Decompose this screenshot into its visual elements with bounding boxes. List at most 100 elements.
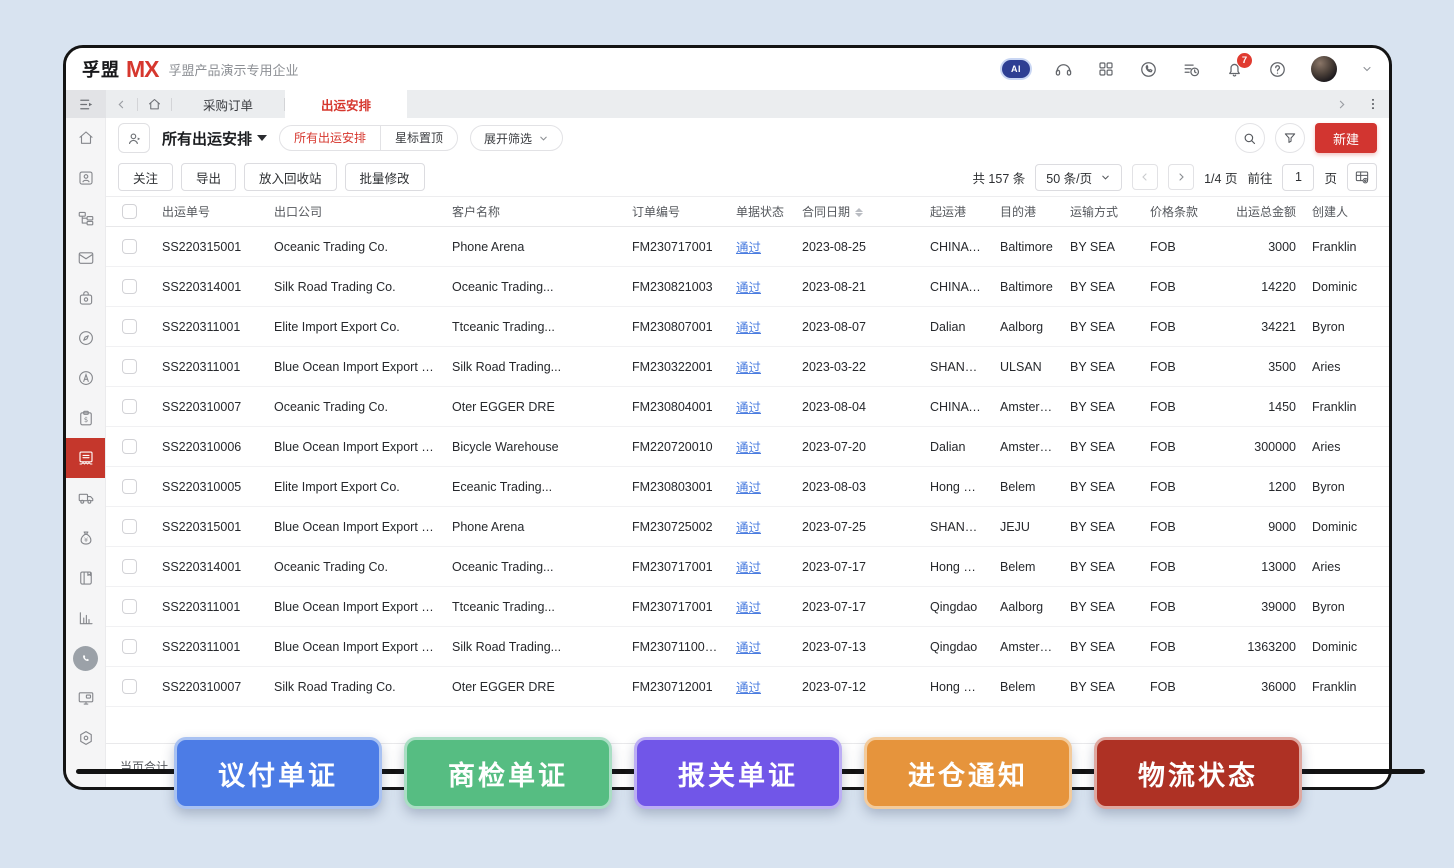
status-link[interactable]: 通过 — [736, 321, 761, 335]
table-row[interactable]: SS220310006 Blue Ocean Import Export Co.… — [106, 427, 1389, 467]
row-checkbox[interactable] — [122, 239, 137, 254]
row-checkbox[interactable] — [122, 639, 137, 654]
view-picker-icon[interactable] — [118, 123, 150, 153]
row-checkbox[interactable] — [122, 319, 137, 334]
col-port-destination[interactable]: 目的港 — [992, 197, 1062, 227]
status-link[interactable]: 通过 — [736, 561, 761, 575]
sidebar-compass-icon[interactable] — [66, 318, 105, 358]
batch-edit-button[interactable]: 批量修改 — [345, 163, 425, 191]
sidebar-whatsapp-icon[interactable] — [66, 638, 105, 678]
expand-filter-button[interactable]: 展开筛选 — [470, 125, 563, 151]
row-checkbox[interactable] — [122, 599, 137, 614]
sidebar-collapse-icon[interactable] — [66, 90, 106, 118]
table-row[interactable]: SS220311001 Elite Import Export Co. Ttce… — [106, 307, 1389, 347]
col-customer[interactable]: 客户名称 — [444, 197, 624, 227]
sidebar-money-bag-icon[interactable]: ¥ — [66, 518, 105, 558]
table-row[interactable]: SS220314001 Oceanic Trading Co. Oceanic … — [106, 547, 1389, 587]
negotiation-docs-button[interactable]: 议付单证 — [174, 737, 382, 809]
sidebar-letter-a-icon[interactable] — [66, 358, 105, 398]
col-exporter[interactable]: 出口公司 — [266, 197, 444, 227]
sidebar-home-icon[interactable] — [66, 118, 105, 158]
table-row[interactable]: SS220311001 Blue Ocean Import Export Co.… — [106, 587, 1389, 627]
sidebar-notebook-icon[interactable] — [66, 558, 105, 598]
select-all-checkbox[interactable] — [122, 204, 137, 219]
headset-icon[interactable] — [1054, 60, 1073, 79]
nav-forward-icon[interactable] — [1326, 90, 1357, 118]
table-row[interactable]: SS220310007 Silk Road Trading Co. Oter E… — [106, 667, 1389, 707]
table-row[interactable]: SS220310007 Oceanic Trading Co. Oter EGG… — [106, 387, 1389, 427]
segment-starred-top[interactable]: 星标置顶 — [381, 126, 457, 150]
avatar[interactable] — [1311, 56, 1337, 82]
task-history-icon[interactable] — [1182, 60, 1201, 79]
chevron-down-icon[interactable] — [1361, 63, 1373, 75]
sidebar-mail-icon[interactable] — [66, 238, 105, 278]
sidebar-clipboard-dollar-icon[interactable]: $ — [66, 398, 105, 438]
row-checkbox[interactable] — [122, 399, 137, 414]
goto-page-input[interactable] — [1282, 164, 1314, 191]
sidebar-monitor-icon[interactable] — [66, 678, 105, 718]
sidebar-bag-icon[interactable] — [66, 278, 105, 318]
col-creator[interactable]: 创建人 — [1304, 197, 1389, 227]
sidebar-contact-card-icon[interactable] — [66, 158, 105, 198]
whatsapp-icon[interactable] — [1139, 60, 1158, 79]
tab-purchase-orders[interactable]: 采购订单 — [172, 90, 284, 118]
sidebar-bar-chart-icon[interactable] — [66, 598, 105, 638]
filter-funnel-icon[interactable] — [1275, 123, 1305, 153]
table-row[interactable]: SS220314001 Silk Road Trading Co. Oceani… — [106, 267, 1389, 307]
view-title[interactable]: 所有出运安排 — [162, 128, 267, 149]
recycle-bin-button[interactable]: 放入回收站 — [244, 163, 337, 191]
help-icon[interactable] — [1268, 60, 1287, 79]
sidebar-org-chart-icon[interactable] — [66, 198, 105, 238]
status-link[interactable]: 通过 — [736, 241, 761, 255]
logistics-status-button[interactable]: 物流状态 — [1094, 737, 1302, 809]
col-contract-date[interactable]: 合同日期 — [794, 197, 922, 227]
col-price-terms[interactable]: 价格条款 — [1142, 197, 1216, 227]
table-row[interactable]: SS220311001 Blue Ocean Import Export Co.… — [106, 347, 1389, 387]
status-link[interactable]: 通过 — [736, 281, 761, 295]
follow-button[interactable]: 关注 — [118, 163, 173, 191]
status-link[interactable]: 通过 — [736, 361, 761, 375]
table-row[interactable]: SS220311001 Blue Ocean Import Export Co.… — [106, 627, 1389, 667]
status-link[interactable]: 通过 — [736, 441, 761, 455]
page-size-select[interactable]: 50 条/页 — [1035, 164, 1122, 191]
status-link[interactable]: 通过 — [736, 481, 761, 495]
col-transport[interactable]: 运输方式 — [1062, 197, 1142, 227]
col-port-loading[interactable]: 起运港 — [922, 197, 992, 227]
row-checkbox[interactable] — [122, 479, 137, 494]
export-button[interactable]: 导出 — [181, 163, 236, 191]
nav-back-icon[interactable] — [106, 90, 137, 118]
status-link[interactable]: 通过 — [736, 641, 761, 655]
status-link[interactable]: 通过 — [736, 601, 761, 615]
bell-icon[interactable]: 7 — [1225, 60, 1244, 79]
sidebar-truck-icon[interactable] — [66, 478, 105, 518]
col-status[interactable]: 单据状态 — [728, 197, 794, 227]
sidebar-gear-icon[interactable] — [66, 718, 105, 758]
prev-page-button[interactable] — [1132, 164, 1158, 190]
new-button[interactable]: 新建 — [1315, 123, 1377, 153]
inspection-docs-button[interactable]: 商检单证 — [404, 737, 612, 809]
sidebar-shipping-doc-icon[interactable] — [66, 438, 105, 478]
row-checkbox[interactable] — [122, 279, 137, 294]
tab-shipping-arrangement[interactable]: 出运安排 — [285, 90, 407, 118]
col-order-no[interactable]: 订单编号 — [624, 197, 728, 227]
segment-all-shipments[interactable]: 所有出运安排 — [280, 126, 381, 150]
row-checkbox[interactable] — [122, 559, 137, 574]
status-link[interactable]: 通过 — [736, 681, 761, 695]
table-row[interactable]: SS220315001 Oceanic Trading Co. Phone Ar… — [106, 227, 1389, 267]
row-checkbox[interactable] — [122, 519, 137, 534]
table-row[interactable]: SS220310005 Elite Import Export Co. Ecea… — [106, 467, 1389, 507]
col-shipment-no[interactable]: 出运单号 — [154, 197, 266, 227]
sort-icon[interactable] — [855, 208, 863, 217]
warehouse-notice-button[interactable]: 进仓通知 — [864, 737, 1072, 809]
status-link[interactable]: 通过 — [736, 401, 761, 415]
row-checkbox[interactable] — [122, 439, 137, 454]
row-checkbox[interactable] — [122, 679, 137, 694]
column-settings-icon[interactable] — [1347, 163, 1377, 191]
row-checkbox[interactable] — [122, 359, 137, 374]
apps-grid-icon[interactable] — [1097, 60, 1115, 78]
nav-home-icon[interactable] — [138, 90, 171, 118]
ai-assistant-icon[interactable]: AI — [1002, 60, 1030, 78]
status-link[interactable]: 通过 — [736, 521, 761, 535]
search-icon[interactable] — [1235, 123, 1265, 153]
col-total-amount[interactable]: 出运总金额 — [1216, 197, 1304, 227]
